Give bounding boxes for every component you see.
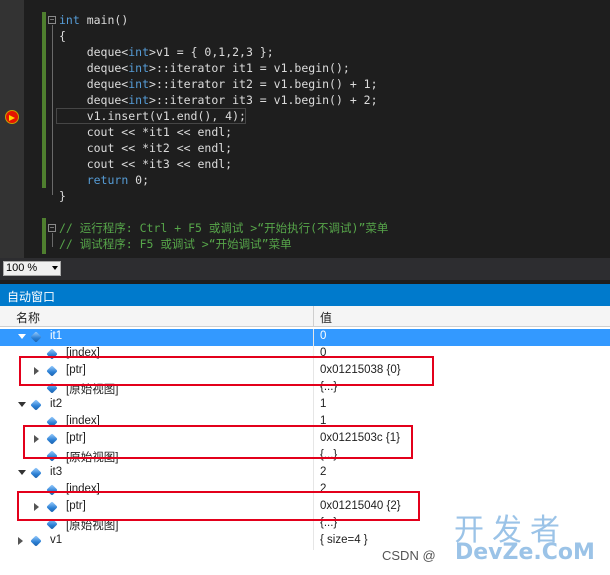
code-token: 0; xyxy=(128,173,150,187)
code-token: >::iterator it2 = v1.begin() + 1; xyxy=(149,77,378,91)
variable-value[interactable]: 0 xyxy=(320,330,326,342)
code-line[interactable]: cout << *it3 << endl; xyxy=(59,156,232,172)
code-token: >v1 = { 0,1,2,3 }; xyxy=(149,45,274,59)
code-line[interactable]: deque<int>::iterator it1 = v1.begin(); xyxy=(59,60,350,76)
variable-row-it1[interactable]: it1 0 xyxy=(0,329,610,346)
column-header-value[interactable]: 值 xyxy=(320,309,332,326)
fold-guide xyxy=(52,25,53,195)
code-line[interactable]: return 0; xyxy=(59,172,149,188)
code-line[interactable]: deque<int>::iterator it2 = v1.begin() + … xyxy=(59,76,378,92)
autos-title-bar[interactable]: 自动窗口 xyxy=(0,284,610,306)
column-header: 名称 值 xyxy=(0,306,610,327)
annotation-box xyxy=(19,356,434,386)
code-line[interactable]: } xyxy=(59,188,66,204)
keyword-token: int xyxy=(59,13,80,27)
expanded-triangle-icon[interactable] xyxy=(18,402,26,407)
code-token: deque< xyxy=(59,93,129,107)
variable-name: it2 xyxy=(50,398,63,410)
code-token: >::iterator it1 = v1.begin(); xyxy=(149,61,350,75)
variable-cube-icon xyxy=(30,467,42,479)
collapse-comment-icon[interactable]: − xyxy=(48,224,56,232)
code-editor[interactable]: − − int main(){ deque<int>v1 = { 0,1,2,3… xyxy=(0,0,610,258)
code-token: deque< xyxy=(59,45,129,59)
variable-value[interactable]: 2 xyxy=(320,466,326,478)
change-tracking-bar xyxy=(42,12,46,188)
variable-row-it3[interactable]: it3 2 xyxy=(0,465,610,482)
code-token: deque< xyxy=(59,61,129,75)
collapse-main-icon[interactable]: − xyxy=(48,16,56,24)
code-token: } xyxy=(59,189,66,203)
watermark-logo-text: DevZe.CoM xyxy=(455,540,595,565)
zoom-dropdown[interactable]: 100 % xyxy=(3,261,61,276)
code-line[interactable]: // 运行程序: Ctrl + F5 或调试 >“开始执行(不调试)”菜单 xyxy=(59,220,388,236)
code-line[interactable]: cout << *it1 << endl; xyxy=(59,124,232,140)
variable-value[interactable]: 1 xyxy=(320,398,326,410)
chevron-down-icon xyxy=(52,266,58,270)
indicator-margin[interactable] xyxy=(0,0,24,258)
keyword-token: int xyxy=(128,77,150,91)
expanded-triangle-icon[interactable] xyxy=(18,470,26,475)
autos-title: 自动窗口 xyxy=(7,290,56,304)
row-separator xyxy=(313,329,314,346)
code-line[interactable]: int main() xyxy=(59,12,128,28)
keyword-token: int xyxy=(128,45,150,59)
keyword-token: return xyxy=(86,173,129,187)
editor-zoom-bar: 100 % xyxy=(0,258,610,280)
comment-token: // 调试程序: F5 或调试 >“开始调试”菜单 xyxy=(59,237,292,251)
change-tracking-bar xyxy=(42,218,46,254)
code-line[interactable]: cout << *it2 << endl; xyxy=(59,140,232,156)
code-token: main() xyxy=(79,13,129,27)
comment-token: // 运行程序: Ctrl + F5 或调试 >“开始执行(不调试)”菜单 xyxy=(59,221,389,235)
expanded-triangle-icon[interactable] xyxy=(18,334,26,339)
code-line[interactable]: { xyxy=(59,28,66,44)
variable-cube-icon xyxy=(30,399,42,411)
code-token: { xyxy=(59,29,66,43)
code-line[interactable]: deque<int>v1 = { 0,1,2,3 }; xyxy=(59,44,274,60)
fold-guide xyxy=(52,233,53,247)
code-token: >::iterator it3 = v1.begin() + 2; xyxy=(149,93,378,107)
collapsed-triangle-icon[interactable] xyxy=(18,537,23,545)
code-line[interactable]: // 调试程序: F5 或调试 >“开始调试”菜单 xyxy=(59,236,292,252)
variable-row-it2[interactable]: it2 1 xyxy=(0,397,610,414)
variable-value[interactable]: { size=4 } xyxy=(320,534,368,546)
column-separator[interactable] xyxy=(313,306,314,327)
code-token: deque< xyxy=(59,77,129,91)
source-credit: CSDN @ xyxy=(382,548,436,563)
code-token: v1.insert(v1.end(), 4); xyxy=(59,109,246,123)
code-token: cout << *it1 << endl; xyxy=(59,125,233,139)
current-statement-breakpoint-icon[interactable] xyxy=(5,110,19,124)
row-separator xyxy=(313,397,314,414)
code-token: cout << *it2 << endl; xyxy=(59,141,233,155)
annotation-box xyxy=(17,491,420,521)
keyword-token: int xyxy=(128,93,150,107)
code-line[interactable]: v1.insert(v1.end(), 4); xyxy=(59,108,246,124)
code-token: cout << *it3 << endl; xyxy=(59,157,233,171)
row-separator xyxy=(313,533,314,550)
keyword-token: int xyxy=(128,61,150,75)
variable-name: it3 xyxy=(50,466,63,478)
variable-name: it1 xyxy=(50,330,63,342)
row-separator xyxy=(313,465,314,482)
zoom-value: 100 % xyxy=(6,262,38,274)
variable-name: v1 xyxy=(50,534,63,546)
variable-cube-icon xyxy=(30,331,42,343)
variable-cube-icon xyxy=(30,535,42,547)
code-line[interactable]: deque<int>::iterator it3 = v1.begin() + … xyxy=(59,92,378,108)
column-header-name[interactable]: 名称 xyxy=(16,309,40,326)
annotation-box xyxy=(23,425,413,459)
